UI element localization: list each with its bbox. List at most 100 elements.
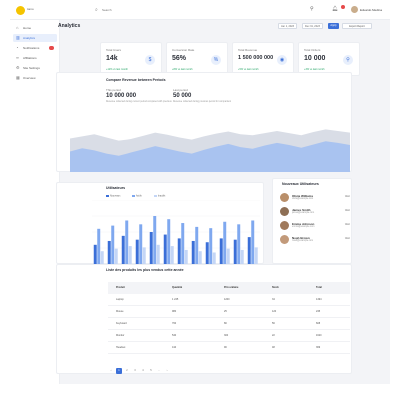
sidebar-item-label: Site Settings xyxy=(23,66,40,70)
page-button[interactable]: 4 xyxy=(140,368,146,374)
kpi-label: Total Orders xyxy=(304,48,321,52)
bar-inactifs-9 xyxy=(226,248,230,264)
page-button[interactable]: 2 xyxy=(124,368,130,374)
cart-icon: ⚲ xyxy=(343,55,353,65)
kpi-label: Total Revenue xyxy=(238,48,258,52)
page-title: Analytics xyxy=(58,23,81,29)
top-bar: tomo ⌕ ⚲ 🔔︎ Eduardo Medina xyxy=(10,0,390,20)
column-header: Total xyxy=(316,286,322,289)
table-cell: 608 xyxy=(316,322,321,325)
export-report-button[interactable]: Export Report xyxy=(342,23,372,29)
user-name[interactable]: Eduardo Medina xyxy=(360,8,382,12)
sidebar-item-analytics[interactable]: ▥ Analytics xyxy=(13,34,57,42)
bar-actifs-5 xyxy=(167,219,171,264)
list-item[interactable]: James Smith james@example.com Voir xyxy=(280,207,352,219)
table-cell: 48 xyxy=(272,346,275,349)
bar-actifs-6 xyxy=(181,223,185,264)
table-cell: 22 xyxy=(272,334,275,337)
kpi-change: +3% vs last month xyxy=(304,68,325,71)
bell-icon[interactable]: 🔔︎ xyxy=(332,6,338,12)
table-row[interactable]: Laptop 1 245 1200 34 1494 xyxy=(108,294,350,306)
bar-nouveaux-8 xyxy=(205,242,209,264)
revenue-card-title: Compare Revenue between Periods xyxy=(106,78,166,82)
list-item[interactable]: Olivia Williams olivia@example.com Voir xyxy=(280,193,352,205)
sidebar-item-label: Home xyxy=(23,26,32,30)
legend-swatch xyxy=(154,195,157,197)
sidebar-item-affiliations[interactable]: ∞ Affiliations xyxy=(13,54,57,62)
search-input[interactable] xyxy=(102,6,262,14)
kpi-change: +8% vs last month xyxy=(172,68,193,71)
sidebar: ⌂ Home ▥ Analytics ◔ Notifications ∞ Aff… xyxy=(10,20,60,384)
list-item[interactable]: Noah Brown noah@example.com Voir xyxy=(280,235,352,247)
page-button[interactable]: 1 xyxy=(116,368,122,374)
bar-inactifs-7 xyxy=(198,251,202,264)
page-button[interactable]: 5 xyxy=(148,368,154,374)
bar-actifs-7 xyxy=(195,226,199,264)
bar-nouveaux-1 xyxy=(107,240,111,264)
search-toolbar-icon[interactable]: ⚲ xyxy=(310,6,314,12)
bar-actifs-1 xyxy=(111,225,115,264)
sidebar-item-site-settings[interactable]: ⚙ Site Settings xyxy=(13,64,57,72)
period-right-value: 50 000 xyxy=(173,93,192,99)
bar-inactifs-1 xyxy=(114,248,118,264)
table-row[interactable]: Keyboard 760 80 56 608 xyxy=(108,318,350,330)
apply-button[interactable]: Apply xyxy=(328,23,339,29)
table-cell: 1494 xyxy=(316,298,322,301)
table-cell: Headset xyxy=(116,346,126,349)
kpi-card: Total Revenue 1 500 000 000 +5% vs last … xyxy=(232,42,294,76)
kpi-card: Total Users 14k +12% vs last month $ xyxy=(100,42,162,76)
chart-icon: ▥ xyxy=(16,35,20,40)
bar-nouveaux-0 xyxy=(93,244,97,264)
view-user-button[interactable]: Voir xyxy=(345,194,350,198)
logo-text: tomo xyxy=(27,7,34,11)
avatar xyxy=(280,207,289,216)
bar-nouveaux-10 xyxy=(233,239,237,264)
sidebar-item-notifications[interactable]: ◔ Notifications xyxy=(13,44,57,52)
users-chart-title: Utilisateurs xyxy=(106,186,126,190)
settings-icon: ⚙ xyxy=(16,65,20,70)
kpi-value: 10 000 xyxy=(304,55,326,62)
link-icon: ∞ xyxy=(16,55,19,60)
date-to-button[interactable]: Dec 31, 2023 xyxy=(302,23,323,29)
page-button[interactable]: 3 xyxy=(132,368,138,374)
avatar[interactable] xyxy=(351,6,358,13)
bar-inactifs-0 xyxy=(100,251,104,264)
sidebar-item-overview[interactable]: ▦ Overview xyxy=(13,74,57,82)
period-right-label: Last period xyxy=(173,88,188,92)
table-cell: 369 xyxy=(316,346,321,349)
page-button[interactable]: ... xyxy=(156,368,162,374)
date-from-button[interactable]: Jan 1, 2023 xyxy=(278,23,298,29)
sidebar-item-label: Notifications xyxy=(23,46,40,50)
table-cell: 980 xyxy=(172,310,177,313)
sidebar-item-home[interactable]: ⌂ Home xyxy=(13,24,57,32)
bar-actifs-3 xyxy=(139,224,143,264)
bar-nouveaux-7 xyxy=(191,240,195,264)
bar-nouveaux-6 xyxy=(177,238,181,264)
bar-inactifs-3 xyxy=(142,247,146,264)
table-row[interactable]: Headset 410 90 48 369 xyxy=(108,342,350,354)
bar-inactifs-6 xyxy=(184,249,188,264)
kpi-value: 1 500 000 000 xyxy=(238,55,274,61)
sidebar-item-label: Affiliations xyxy=(23,56,37,60)
kpi-label: Total Users xyxy=(106,48,122,52)
table-row[interactable]: Mouse 980 25 120 245 xyxy=(108,306,350,318)
view-user-button[interactable]: Voir xyxy=(345,222,350,226)
table-row[interactable]: Monitor 540 300 22 1620 xyxy=(108,330,350,342)
next-page-button[interactable]: › xyxy=(164,368,170,374)
table-cell: 1200 xyxy=(224,298,230,301)
bar-nouveaux-11 xyxy=(247,237,251,264)
list-item[interactable]: Emma Johnson emma@example.com Voir xyxy=(280,221,352,233)
kpi-card: Conversion Rate 56% +8% vs last month % xyxy=(166,42,228,76)
grid-icon: ▦ xyxy=(16,75,20,80)
user-email: olivia@example.com xyxy=(292,198,314,200)
legend-swatch xyxy=(106,195,109,197)
bar-inactifs-11 xyxy=(254,247,258,264)
view-user-button[interactable]: Voir xyxy=(345,208,350,212)
kpi-value: 14k xyxy=(106,55,118,62)
kpi-change: +12% vs last month xyxy=(106,68,128,71)
sidebar-item-label: Overview xyxy=(23,76,36,80)
bar-actifs-4 xyxy=(153,216,157,264)
table-cell: 300 xyxy=(224,334,229,337)
view-user-button[interactable]: Voir xyxy=(345,236,350,240)
prev-page-button[interactable]: ‹ xyxy=(108,368,114,374)
